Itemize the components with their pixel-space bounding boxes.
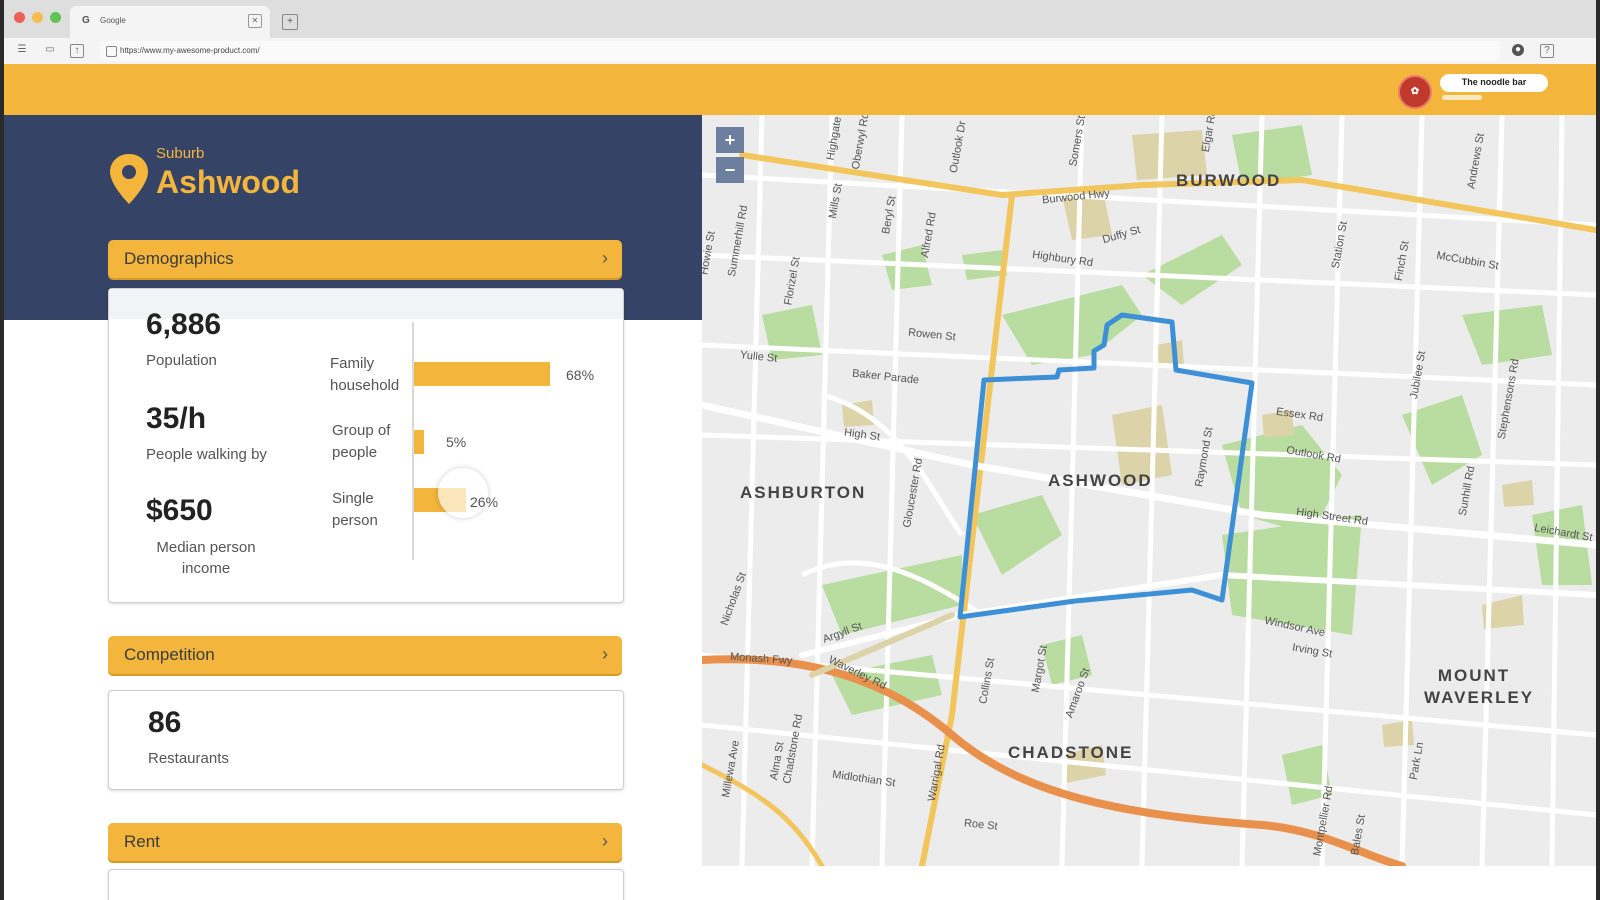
browser-tab-bar: G Google ✕ +	[4, 0, 1596, 38]
user-avatar[interactable]: ✿	[1398, 75, 1432, 109]
browser-tab[interactable]: G Google ✕	[70, 6, 270, 38]
screen: G Google ✕ + ☰ ▭ ↑ https://www.my-awesom…	[4, 0, 1596, 900]
user-subtitle-placeholder	[1442, 95, 1482, 100]
window-controls	[14, 12, 61, 23]
competition-section-header[interactable]: Competition ›	[108, 636, 622, 674]
household-pct-family: 68%	[566, 367, 595, 383]
section-title: Rent	[124, 832, 160, 851]
restaurants-label: Restaurants	[148, 750, 229, 767]
click-ripple	[438, 468, 488, 518]
walking-value: 35/h	[146, 402, 207, 435]
household-label-family: Family household	[330, 355, 400, 394]
walking-label: People walking by	[146, 446, 267, 463]
share-icon[interactable]: ↑	[70, 44, 84, 58]
extension-icon[interactable]: ?	[1540, 44, 1554, 58]
map-suburb-label: MOUNT WAVERLEY	[1424, 666, 1535, 707]
household-label-group: Group of people	[332, 422, 391, 461]
chevron-right-icon: ›	[602, 644, 608, 664]
population-value: 6,886	[146, 308, 222, 341]
user-name-pill[interactable]: The noodle bar	[1440, 74, 1548, 92]
suburb-map[interactable]: + − BURWOOD ASHWOOD ASHBURTON CHADSTONE …	[702, 115, 1596, 866]
section-title: Demographics	[124, 249, 234, 268]
user-name: The noodle bar	[1461, 77, 1527, 87]
household-label-single: Single person	[332, 490, 378, 529]
restaurants-value: 86	[148, 706, 182, 739]
zoom-in-button[interactable]: +	[716, 127, 744, 153]
url-text: https://www.my-awesome-product.com/	[120, 46, 260, 55]
new-tab-button[interactable]: +	[282, 14, 298, 30]
map-suburb-label: ASHBURTON	[740, 483, 867, 502]
chevron-right-icon: ›	[602, 831, 608, 851]
rent-card-overlay	[108, 869, 624, 900]
household-pct-single: 26%	[470, 494, 499, 510]
rent-section-header-overlay[interactable]: Rent ›	[108, 823, 622, 861]
competition-card	[108, 690, 624, 790]
chevron-right-icon: ›	[602, 248, 608, 268]
map-suburb-label: ASHWOOD	[1048, 471, 1153, 490]
minimize-window-button[interactable]	[32, 12, 43, 23]
app-header: ✿ The noodle bar	[4, 64, 1596, 115]
suburb-label: Suburb	[156, 145, 205, 162]
map-suburb-label: CHADSTONE	[1008, 743, 1134, 762]
income-value: $650	[146, 494, 213, 527]
household-bar-group	[414, 430, 424, 454]
map-suburb-label: BURWOOD	[1176, 171, 1282, 190]
demographics-section-header[interactable]: Demographics ›	[108, 240, 622, 278]
sidebar-icon[interactable]: ☰	[16, 44, 28, 56]
section-title: Competition	[124, 645, 215, 664]
tab-close-icon[interactable]: ✕	[248, 14, 262, 28]
maximize-window-button[interactable]	[50, 12, 61, 23]
google-favicon-icon: G	[82, 15, 90, 26]
tab-title: Google	[100, 16, 126, 25]
reading-list-icon[interactable]: ▭	[44, 44, 56, 56]
lock-icon	[106, 46, 117, 57]
zoom-out-button[interactable]: −	[716, 157, 744, 183]
income-label: Median person income	[156, 539, 256, 577]
profile-icon[interactable]: ●	[1512, 44, 1524, 56]
household-pct-group: 5%	[446, 434, 467, 450]
household-bar-family	[414, 362, 550, 386]
population-label: Population	[146, 352, 217, 369]
close-window-button[interactable]	[14, 12, 25, 23]
address-bar[interactable]: https://www.my-awesome-product.com/	[100, 41, 1500, 61]
browser-toolbar: ☰ ▭ ↑ https://www.my-awesome-product.com…	[4, 38, 1596, 65]
location-pin-icon	[110, 154, 148, 204]
suburb-name: Ashwood	[156, 164, 300, 200]
